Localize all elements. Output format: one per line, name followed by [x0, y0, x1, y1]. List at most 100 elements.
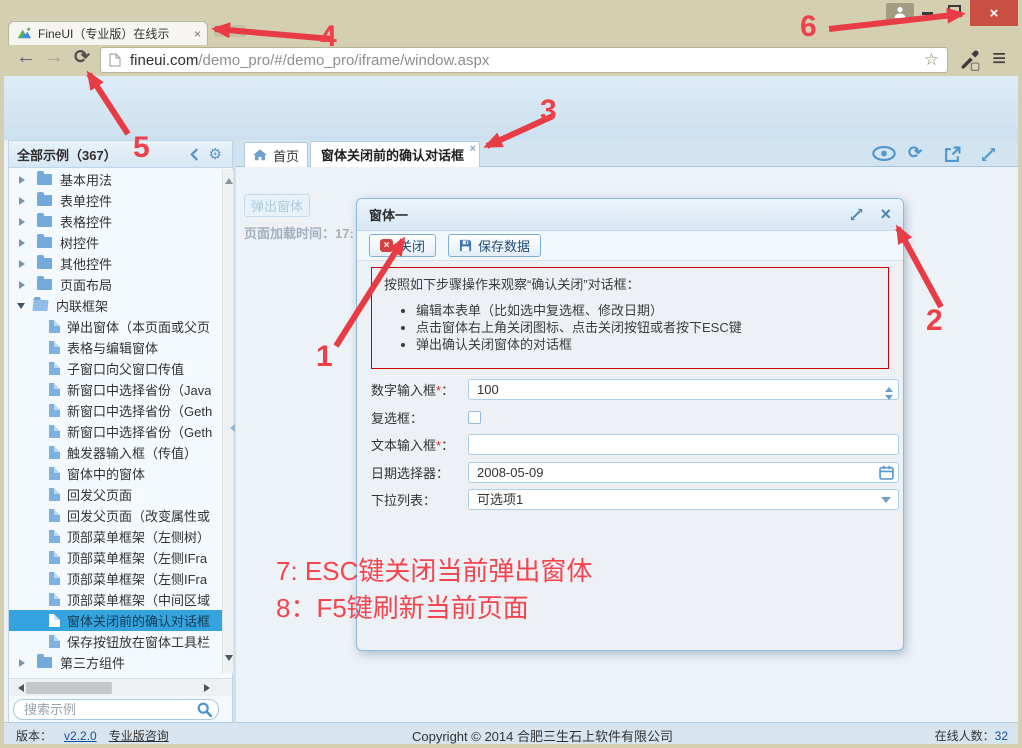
tree-leaf[interactable]: 表格与编辑窗体: [9, 337, 223, 358]
expand-arrow-icon[interactable]: [19, 260, 29, 268]
bookmark-star-icon[interactable]: [924, 50, 939, 70]
consult-link[interactable]: 专业版咨询: [109, 727, 169, 744]
tree-leaf[interactable]: 触发器输入框（传值）: [9, 442, 223, 463]
tree-leaf[interactable]: 新窗口中选择省份（Geth: [9, 421, 223, 442]
refresh-icon[interactable]: [908, 143, 932, 160]
tab-close-icon[interactable]: [194, 28, 201, 40]
tab-close-icon[interactable]: [470, 143, 476, 155]
new-tab-button[interactable]: [214, 25, 246, 37]
scroll-right-icon[interactable]: [204, 684, 214, 692]
gear-icon[interactable]: [209, 145, 222, 163]
tree-folder[interactable]: 其他控件: [9, 253, 223, 274]
browser-menu-icon[interactable]: [992, 45, 1006, 73]
app-header: FineUI（专业版）在线示例 下载试用 下一个主题 主题仓库 三生石上: [4, 76, 1018, 140]
address-bar[interactable]: fineui.com /demo_pro/#/demo_pro/iframe/w…: [100, 47, 948, 73]
tree-leaf[interactable]: 窗体中的窗体: [9, 463, 223, 484]
window-minimize-button[interactable]: [922, 12, 933, 15]
number-input[interactable]: 100: [468, 379, 899, 400]
search-input[interactable]: [13, 699, 219, 720]
splitter-collapse-icon[interactable]: [226, 424, 235, 432]
save-data-button[interactable]: 保存数据: [448, 234, 541, 257]
expand-arrow-icon[interactable]: [19, 239, 29, 247]
tree-leaf[interactable]: 顶部菜单框架（左侧IFra: [9, 568, 223, 589]
tree-folder[interactable]: 树控件: [9, 232, 223, 253]
scrollbar-thumb[interactable]: [26, 682, 112, 694]
collapse-arrow-icon[interactable]: [17, 303, 25, 313]
tree-folder[interactable]: 第三方组件: [9, 652, 223, 673]
preview-eye-icon[interactable]: [872, 146, 896, 163]
spin-up-icon[interactable]: [885, 383, 893, 392]
browser-reload-button[interactable]: [74, 46, 90, 69]
tree-leaf[interactable]: 顶部菜单框架（左侧树）: [9, 526, 223, 547]
checkbox[interactable]: [468, 411, 481, 424]
page-icon: [49, 509, 60, 522]
browser-forward-button[interactable]: [44, 46, 64, 69]
browser-back-button[interactable]: [16, 46, 36, 69]
tree-folder[interactable]: 基本用法: [9, 169, 223, 190]
tree-leaf[interactable]: 窗体关闭前的确认对话框: [9, 610, 223, 631]
open-window-button[interactable]: 弹出窗体: [244, 194, 310, 217]
tab-home[interactable]: 首页: [244, 142, 308, 167]
tree-leaf[interactable]: 新窗口中选择省份（Java: [9, 379, 223, 400]
tree-leaf[interactable]: 回发父页面: [9, 484, 223, 505]
scroll-down-icon[interactable]: [225, 655, 233, 665]
dialog-titlebar[interactable]: 窗体一: [357, 199, 903, 231]
folder-icon: [37, 195, 52, 206]
calendar-icon[interactable]: [879, 465, 894, 480]
online-count: 32: [995, 729, 1008, 743]
collapse-panel-icon[interactable]: [189, 148, 199, 161]
dropdown-select[interactable]: 可选项1: [468, 489, 899, 510]
scroll-up-icon[interactable]: [225, 174, 233, 184]
search-icon[interactable]: [197, 702, 212, 717]
sidebar-header: 全部示例（367）: [9, 141, 232, 168]
window-maximize-button[interactable]: [948, 5, 961, 16]
dropdown-caret-icon[interactable]: [881, 497, 891, 508]
tree-leaf[interactable]: 顶部菜单框架（左侧IFra: [9, 547, 223, 568]
close-button[interactable]: 关闭: [369, 234, 436, 257]
field-control: [468, 411, 899, 424]
folder-icon: [37, 657, 52, 668]
expand-arrow-icon[interactable]: [19, 197, 29, 205]
expand-arrow-icon[interactable]: [19, 659, 29, 667]
spin-down-icon[interactable]: [885, 395, 893, 404]
date-input[interactable]: 2008-05-09: [468, 462, 899, 483]
folder-icon: [37, 237, 52, 248]
dialog-close-icon[interactable]: [880, 207, 891, 222]
open-new-window-icon[interactable]: [944, 146, 968, 163]
eyedropper-extension-icon[interactable]: [958, 49, 980, 71]
scroll-left-icon[interactable]: [14, 684, 24, 692]
fullscreen-icon[interactable]: [980, 146, 1004, 163]
version-link[interactable]: v2.2.0: [64, 729, 97, 743]
tree-leaf[interactable]: 弹出窗体（本页面或父页: [9, 316, 223, 337]
tree-leaf[interactable]: 子窗口向父窗口传值: [9, 358, 223, 379]
tree-folder[interactable]: 页面布局: [9, 274, 223, 295]
tree-folder[interactable]: 表格控件: [9, 211, 223, 232]
window-close-button[interactable]: [970, 0, 1018, 26]
dialog-body: 按照如下步骤操作来观察“确认关闭”对话框： 编辑本表单（比如选中复选框、修改日期…: [357, 261, 903, 650]
tree-leaf[interactable]: 回发父页面（改变属性或: [9, 505, 223, 526]
url-host: fineui.com: [130, 52, 198, 69]
tree-folder[interactable]: 内联框架: [9, 295, 223, 316]
expand-arrow-icon[interactable]: [19, 218, 29, 226]
dialog-maximize-icon[interactable]: [849, 207, 864, 222]
field-control: 2008-05-09: [468, 462, 899, 483]
text-input[interactable]: [468, 434, 899, 455]
footer-left: 版本： v2.2.0 专业版咨询: [16, 727, 169, 744]
tree-leaf[interactable]: 顶部菜单框架（中间区域: [9, 589, 223, 610]
tab-active[interactable]: 窗体关闭前的确认对话框: [310, 141, 480, 167]
browser-tab[interactable]: FineUI（专业版）在线示: [8, 21, 208, 45]
tree-item-label: 触发器输入框（传值）: [67, 443, 197, 462]
tree-leaf[interactable]: 新窗口中选择省份（Geth: [9, 400, 223, 421]
page-icon: [49, 446, 60, 459]
horizontal-scrollbar[interactable]: [9, 678, 232, 696]
profile-button[interactable]: [886, 3, 914, 20]
tree-leaf[interactable]: 保存按钮放在窗体工具栏: [9, 631, 223, 652]
spinner-icon[interactable]: [885, 383, 893, 404]
status-footer: 版本： v2.2.0 专业版咨询 Copyright © 2014 合肥三生石上…: [4, 722, 1018, 744]
expand-arrow-icon[interactable]: [19, 281, 29, 289]
tree-folder[interactable]: 表单控件: [9, 190, 223, 211]
tree-item-label: 新窗口中选择省份（Java: [67, 380, 211, 399]
example-tree: 基本用法表单控件表格控件树控件其他控件页面布局内联框架弹出窗体（本页面或父页表格…: [9, 169, 223, 673]
vertical-scrollbar[interactable]: [222, 169, 233, 673]
expand-arrow-icon[interactable]: [19, 176, 29, 184]
